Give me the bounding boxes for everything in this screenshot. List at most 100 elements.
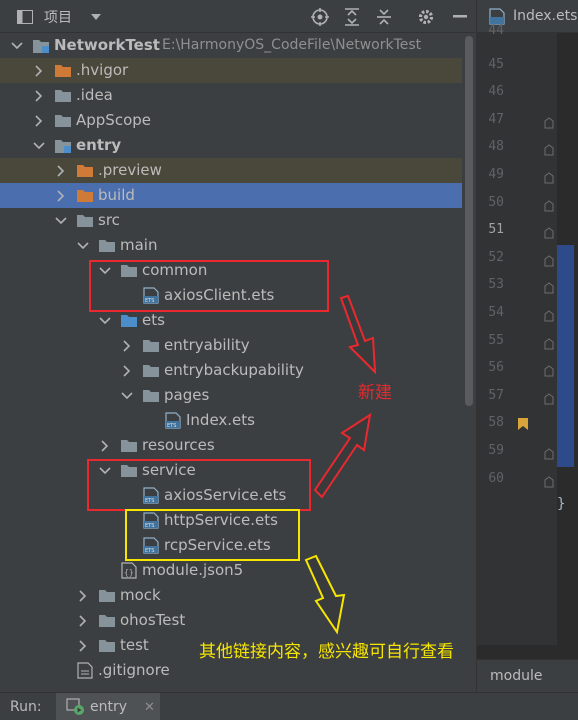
tree-row[interactable]: entry — [0, 133, 462, 158]
tree-row[interactable]: NetworkTest E:\HarmonyOS_CodeFile\Network… — [0, 33, 462, 58]
project-view-title[interactable]: 项目 — [40, 0, 76, 33]
line-number: 55 — [488, 332, 504, 348]
line-number: 45 — [488, 56, 504, 72]
fold-marker-icon[interactable] — [544, 390, 554, 405]
fold-marker-icon[interactable] — [544, 473, 554, 488]
folder-icon — [98, 633, 116, 658]
editor-area: Index.ets 44 45 46 47 48 49 50 51 52 53 54 55 56 57 58… — [476, 0, 578, 692]
fold-marker-icon[interactable] — [544, 169, 554, 184]
close-icon[interactable]: ✕ — [144, 700, 155, 715]
fold-marker-icon[interactable] — [544, 445, 554, 460]
scrollbar-thumb[interactable] — [465, 36, 473, 406]
chevron-down-icon[interactable] — [120, 383, 134, 408]
line-number: 49 — [488, 167, 504, 182]
run-tab-entry[interactable]: entry ✕ — [56, 693, 160, 720]
chevron-right-icon[interactable] — [76, 633, 90, 658]
breadcrumb[interactable]: module — [477, 659, 578, 692]
tree-row[interactable]: entrybackupability — [0, 358, 462, 383]
locate-icon[interactable] — [308, 0, 332, 33]
annotation-box-service — [87, 459, 311, 511]
fold-marker-icon[interactable] — [544, 335, 554, 350]
chevron-down-icon[interactable] — [76, 233, 90, 258]
editor-gutter: 44 45 46 47 48 49 50 51 52 53 54 55 56 57 58 59 60 — [477, 23, 557, 645]
tree-row[interactable]: AppScope — [0, 108, 462, 133]
tree-row[interactable]: entryability — [0, 333, 462, 358]
annotation-box-other — [125, 509, 300, 561]
tree-row[interactable]: src — [0, 208, 462, 233]
expand-all-icon[interactable] — [340, 0, 364, 33]
breadcrumb-label: module — [490, 668, 543, 684]
tree-item-label: entry — [76, 136, 122, 154]
folder-icon — [98, 583, 116, 608]
fold-marker-icon[interactable] — [544, 252, 554, 267]
chevron-down-icon[interactable] — [10, 33, 24, 58]
tree-item-label: main — [120, 236, 158, 254]
fold-marker-icon[interactable] — [544, 307, 554, 322]
code-area[interactable]: } — [557, 33, 578, 645]
line-number: 44 — [488, 23, 504, 38]
line-number: 60 — [488, 470, 504, 486]
run-tab-label: entry — [90, 699, 128, 715]
fold-marker-icon[interactable] — [544, 224, 554, 239]
chevron-right-icon[interactable] — [32, 83, 46, 108]
fold-marker-icon[interactable] — [544, 279, 554, 294]
line-number: 48 — [488, 139, 504, 155]
chevron-right-icon[interactable] — [76, 583, 90, 608]
folder-icon — [98, 233, 116, 258]
run-config-icon — [66, 698, 86, 720]
settings-icon[interactable] — [414, 0, 438, 33]
chevron-right-icon[interactable] — [76, 608, 90, 633]
tree-row[interactable]: resources — [0, 433, 462, 458]
chevron-right-icon[interactable] — [98, 433, 112, 458]
chevron-right-icon[interactable] — [32, 108, 46, 133]
dropdown-icon[interactable] — [86, 0, 106, 33]
tree-row[interactable]: .idea — [0, 83, 462, 108]
chevron-down-icon[interactable] — [32, 133, 46, 158]
tree-row[interactable]: .preview — [0, 158, 462, 183]
fold-marker-icon[interactable] — [544, 141, 554, 156]
excluded-folder-icon — [76, 158, 94, 183]
project-view-icon[interactable] — [14, 0, 36, 33]
line-number: 59 — [488, 443, 504, 458]
excluded-folder-icon — [54, 58, 72, 83]
tree-row[interactable]: build — [0, 183, 462, 208]
chevron-right-icon[interactable] — [120, 358, 134, 383]
tree-row[interactable]: {} module.json5 — [0, 558, 462, 583]
folder-icon — [142, 383, 160, 408]
ets-file-icon: ETS — [164, 408, 182, 433]
chevron-right-icon[interactable] — [120, 333, 134, 358]
line-number: 58 — [488, 415, 504, 431]
excluded-folder-icon — [76, 183, 94, 208]
tree-item-label: .idea — [76, 86, 113, 104]
tree-item-label: src — [98, 211, 120, 229]
tree-row[interactable]: main — [0, 233, 462, 258]
tree-item-label: entrybackupability — [164, 361, 304, 379]
tree-row[interactable]: ETS Index.ets — [0, 408, 462, 433]
folder-icon — [142, 358, 160, 383]
tree-row[interactable]: ohosTest — [0, 608, 462, 633]
chevron-right-icon[interactable] — [32, 58, 46, 83]
folder-icon — [98, 608, 116, 633]
tree-item-path: E:\HarmonyOS_CodeFile\NetworkTest — [162, 37, 422, 53]
chevron-down-icon[interactable] — [54, 208, 68, 233]
fold-marker-icon[interactable] — [544, 114, 554, 129]
line-number: 50 — [488, 194, 504, 210]
tree-item-label: ohosTest — [120, 611, 186, 629]
chevron-right-icon[interactable] — [54, 158, 68, 183]
tree-item-label: module.json5 — [142, 561, 244, 579]
tree-row[interactable]: .hvigor — [0, 58, 462, 83]
chevron-right-icon[interactable] — [54, 183, 68, 208]
bookmark-icon[interactable] — [517, 416, 529, 431]
fold-marker-icon[interactable] — [544, 197, 554, 212]
svg-text:{}: {} — [124, 568, 134, 577]
tree-item-label: resources — [142, 436, 215, 454]
tree-item-label: mock — [120, 586, 161, 604]
annotation-box-common — [89, 260, 329, 312]
tree-item-label: .hvigor — [76, 61, 129, 79]
fold-marker-icon[interactable] — [544, 362, 554, 377]
hide-icon[interactable] — [448, 0, 472, 33]
tree-row[interactable]: pages — [0, 383, 462, 408]
tree-row[interactable]: mock — [0, 583, 462, 608]
collapse-all-icon[interactable] — [372, 0, 396, 33]
tree-item-label: .preview — [98, 161, 162, 179]
